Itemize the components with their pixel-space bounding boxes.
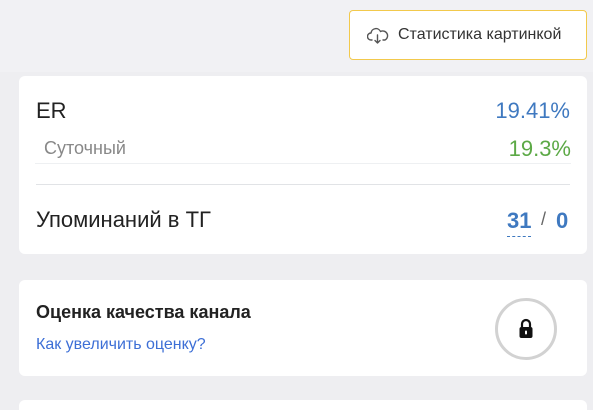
daily-er-row: Суточный 19.3% [35, 132, 571, 164]
locked-rating-badge[interactable] [495, 298, 557, 360]
daily-er-label: Суточный [44, 138, 126, 158]
stats-image-button-label: Статистика картинкой [398, 26, 562, 43]
mentions-label: Упоминаний в ТГ [36, 207, 211, 232]
quality-title: Оценка качества канала [36, 302, 251, 322]
er-value: 19.41% [495, 98, 570, 123]
next-card [19, 400, 587, 410]
mentions-separator: / [541, 209, 547, 229]
mentions-value-link[interactable]: 31 [507, 206, 532, 237]
improve-rating-link[interactable]: Как увеличить оценку? [36, 336, 206, 354]
cloud-download-icon [366, 27, 389, 45]
divider [36, 184, 570, 185]
stats-image-button[interactable]: Статистика картинкой [349, 10, 587, 60]
mentions-value-secondary: 0 [556, 208, 569, 233]
daily-er-value: 19.3% [508, 136, 571, 161]
er-label: ER [36, 98, 67, 123]
quality-card: Оценка качества канала Как увеличить оце… [19, 280, 587, 376]
top-bar: Статистика картинкой [0, 0, 593, 72]
er-card: ER 19.41% Суточный 19.3% Упоминаний в ТГ… [19, 76, 587, 254]
